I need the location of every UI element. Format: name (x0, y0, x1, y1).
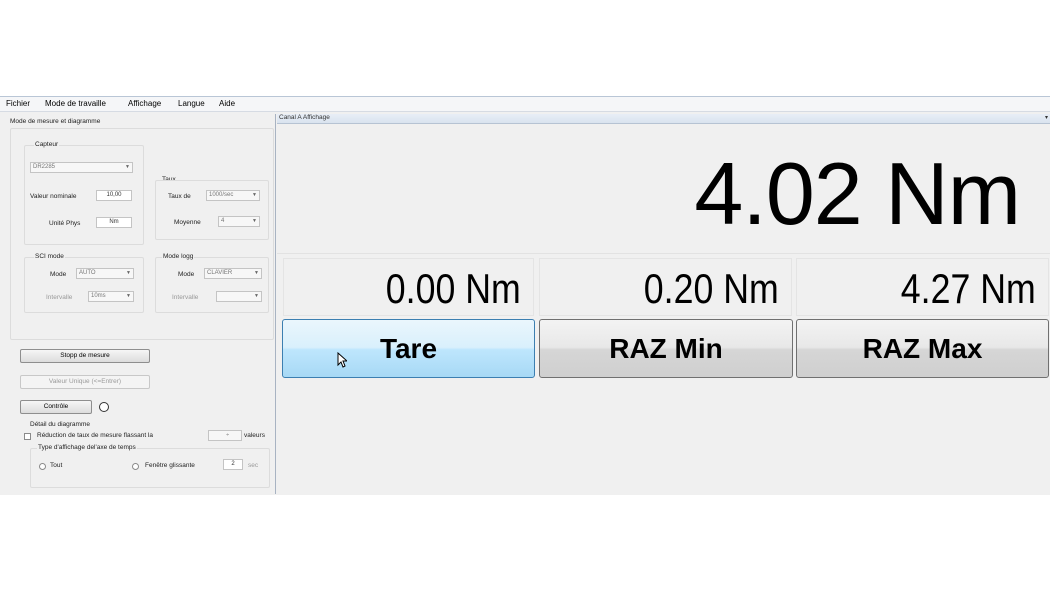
control-button[interactable]: Contrôle (20, 400, 92, 414)
unit-field[interactable]: Nm (96, 217, 132, 228)
mouse-cursor-icon (337, 352, 347, 368)
panel-title: Canal A Affichage ▾ (277, 114, 1050, 124)
taux-group (155, 180, 269, 240)
raz-min-button[interactable]: RAZ Min (539, 319, 793, 378)
current-value-cell: 0.00 Nm (283, 258, 534, 316)
sci-mode-label: SCI mode (34, 253, 65, 260)
avg-select[interactable]: 4 ▼ (218, 216, 260, 227)
logg-interval-select[interactable]: ▼ (216, 291, 262, 302)
mode-logg-group (155, 257, 269, 313)
chevron-down-icon: ▼ (126, 293, 131, 299)
window-unit-label: sec (248, 462, 259, 469)
measurement-settings-panel: Mode de mesure et diagramme Capteur DR22… (2, 114, 276, 494)
chevron-down-icon: ▼ (126, 270, 131, 276)
time-axis-label: Type d'affichage del'axe de temps (37, 444, 137, 451)
reduction-label: Réduction de taux de mesure flassant la (37, 432, 153, 439)
tare-button[interactable]: Tare (282, 319, 535, 378)
single-value-button[interactable]: Valeur Unique (<=Entrer) (20, 375, 150, 389)
application-window: Fichier Mode de travaille Affichage Lang… (0, 96, 1050, 495)
rate-select[interactable]: 1000/sec ▼ (206, 190, 260, 201)
menu-affichage[interactable]: Affichage (128, 99, 161, 108)
mode-logg-label: Mode logg (162, 253, 195, 260)
avg-label: Moyenne (174, 219, 201, 226)
reduction-checkbox[interactable] (24, 433, 31, 440)
menu-mode-de-travaille[interactable]: Mode de travaille (45, 99, 106, 108)
status-led-icon (99, 402, 109, 412)
min-value-cell: 0.20 Nm (539, 258, 792, 316)
stepper-icon: ÷ (226, 432, 229, 438)
unit-label: Unité Phys (49, 220, 81, 227)
sci-mode-group (24, 257, 144, 313)
sci-mode-select-value: AUTO (79, 270, 96, 276)
nominal-value-field[interactable]: 10,00 (96, 190, 132, 201)
logg-mode-select[interactable]: CLAVIER ▼ (204, 268, 262, 279)
channel-display-panel: Canal A Affichage ▾ 4.02 Nm 0.00 Nm 0.20… (277, 114, 1050, 494)
panel-title-text: Canal A Affichage (279, 114, 330, 121)
values-label: valeurs (244, 432, 265, 439)
sensor-select[interactable]: DR2285 ▼ (30, 162, 133, 173)
logg-mode-select-value: CLAVIER (207, 270, 233, 276)
capteur-label: Capteur (34, 141, 60, 148)
radio-all[interactable] (39, 463, 46, 470)
sci-mode-field-label: Mode (50, 271, 67, 278)
max-value-cell: 4.27 Nm (796, 258, 1049, 316)
main-reading: 4.02 Nm (694, 144, 1021, 243)
logg-mode-label: Mode (178, 271, 195, 278)
chevron-down-icon: ▼ (252, 192, 257, 198)
chevron-down-icon: ▼ (254, 270, 259, 276)
sci-mode-select[interactable]: AUTO ▼ (76, 268, 134, 279)
chevron-down-icon: ▼ (125, 164, 130, 170)
sci-interval-select-value: 10ms (91, 293, 106, 299)
section-title: Mode de mesure et diagramme (10, 118, 101, 125)
chevron-down-icon: ▼ (254, 293, 259, 299)
avg-select-value: 4 (221, 218, 225, 224)
window-seconds-field[interactable]: 2 (223, 459, 243, 470)
radio-all-label: Tout (50, 462, 63, 469)
sci-interval-select[interactable]: 10ms ▼ (88, 291, 134, 302)
main-reading-box: 4.02 Nm (277, 125, 1050, 254)
stop-measure-button[interactable]: Stopp de mesure (20, 349, 150, 363)
sci-interval-label: Intervalle (46, 294, 73, 301)
rate-label: Taux de (168, 193, 191, 200)
current-value: 0.00 Nm (386, 265, 521, 312)
min-value: 0.20 Nm (644, 265, 779, 312)
menu-langue[interactable]: Langue (178, 99, 205, 108)
raz-max-button[interactable]: RAZ Max (796, 319, 1049, 378)
max-value: 4.27 Nm (901, 265, 1036, 312)
radio-window[interactable] (132, 463, 139, 470)
reduction-value-field[interactable]: ÷ (208, 430, 242, 441)
logg-interval-label: Intervalle (172, 294, 199, 301)
radio-window-label: Fenêtre glissante (145, 462, 195, 469)
menu-bar: Fichier Mode de travaille Affichage Lang… (0, 97, 1050, 112)
sensor-select-value: DR2285 (33, 164, 56, 170)
diagram-detail-label: Détail du diagramme (30, 421, 90, 428)
nominal-label: Valeur nominale (30, 193, 77, 200)
menu-fichier[interactable]: Fichier (6, 99, 30, 108)
rate-select-value: 1000/sec (209, 192, 234, 198)
chevron-down-icon: ▼ (252, 218, 257, 224)
close-icon[interactable]: ▾ (1045, 114, 1048, 121)
menu-aide[interactable]: Aide (219, 99, 235, 108)
